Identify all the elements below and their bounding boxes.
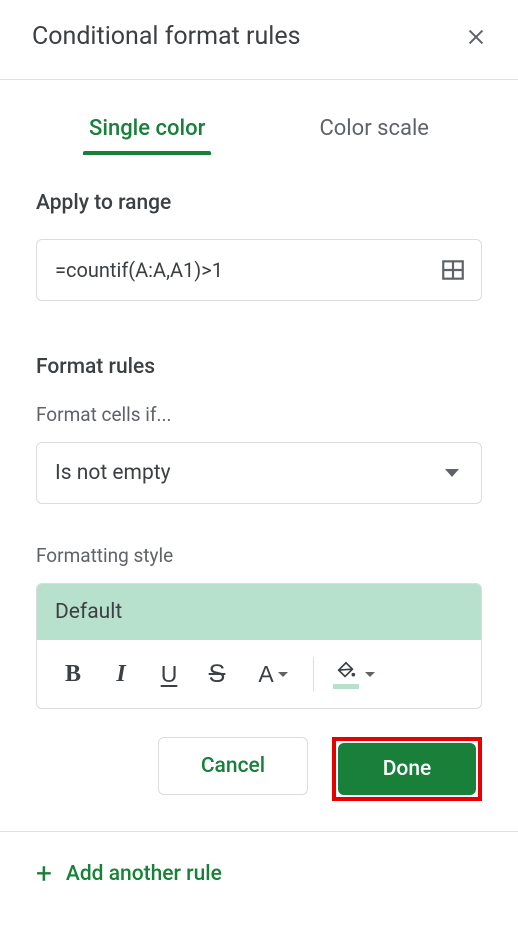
- close-icon[interactable]: [462, 23, 490, 51]
- toolbar-separator: [313, 657, 314, 691]
- tab-single-color[interactable]: Single color: [85, 108, 209, 151]
- plus-icon: +: [36, 860, 52, 888]
- select-range-icon[interactable]: [439, 256, 467, 284]
- apply-to-range-label: Apply to range: [36, 191, 482, 215]
- text-color-button[interactable]: A: [243, 652, 303, 696]
- range-input[interactable]: [55, 258, 439, 282]
- panel-title: Conditional format rules: [32, 22, 301, 51]
- cancel-button[interactable]: Cancel: [158, 737, 308, 795]
- paint-bucket-icon: [335, 660, 357, 682]
- strikethrough-button[interactable]: S: [195, 652, 239, 696]
- chevron-down-icon: [445, 469, 459, 477]
- format-rules-label: Format rules: [36, 355, 482, 379]
- italic-button[interactable]: I: [99, 652, 143, 696]
- fill-color-swatch: [333, 684, 359, 689]
- style-preview[interactable]: Default: [37, 584, 481, 640]
- formatting-style-box: Default B I U S A: [36, 583, 482, 709]
- done-highlight-box: Done: [332, 737, 482, 801]
- add-rule-label: Add another rule: [66, 862, 222, 886]
- text-color-label: A: [258, 661, 273, 688]
- formatting-style-label: Formatting style: [36, 544, 482, 567]
- bold-button[interactable]: B: [51, 652, 95, 696]
- underline-button[interactable]: U: [147, 652, 191, 696]
- divider: [0, 79, 518, 80]
- chevron-down-icon: [278, 672, 288, 677]
- condition-select[interactable]: Is not empty: [36, 442, 482, 504]
- action-buttons: Cancel Done: [36, 737, 482, 801]
- range-field[interactable]: [36, 239, 482, 301]
- fill-color-button[interactable]: [324, 652, 384, 696]
- format-cells-if-label: Format cells if...: [36, 403, 482, 426]
- tab-color-scale[interactable]: Color scale: [315, 108, 433, 151]
- format-toolbar: B I U S A: [37, 640, 481, 708]
- done-button[interactable]: Done: [338, 743, 476, 795]
- chevron-down-icon: [365, 672, 375, 677]
- add-another-rule-button[interactable]: + Add another rule: [36, 860, 482, 888]
- tabs: Single color Color scale: [0, 108, 518, 151]
- condition-value: Is not empty: [55, 461, 171, 485]
